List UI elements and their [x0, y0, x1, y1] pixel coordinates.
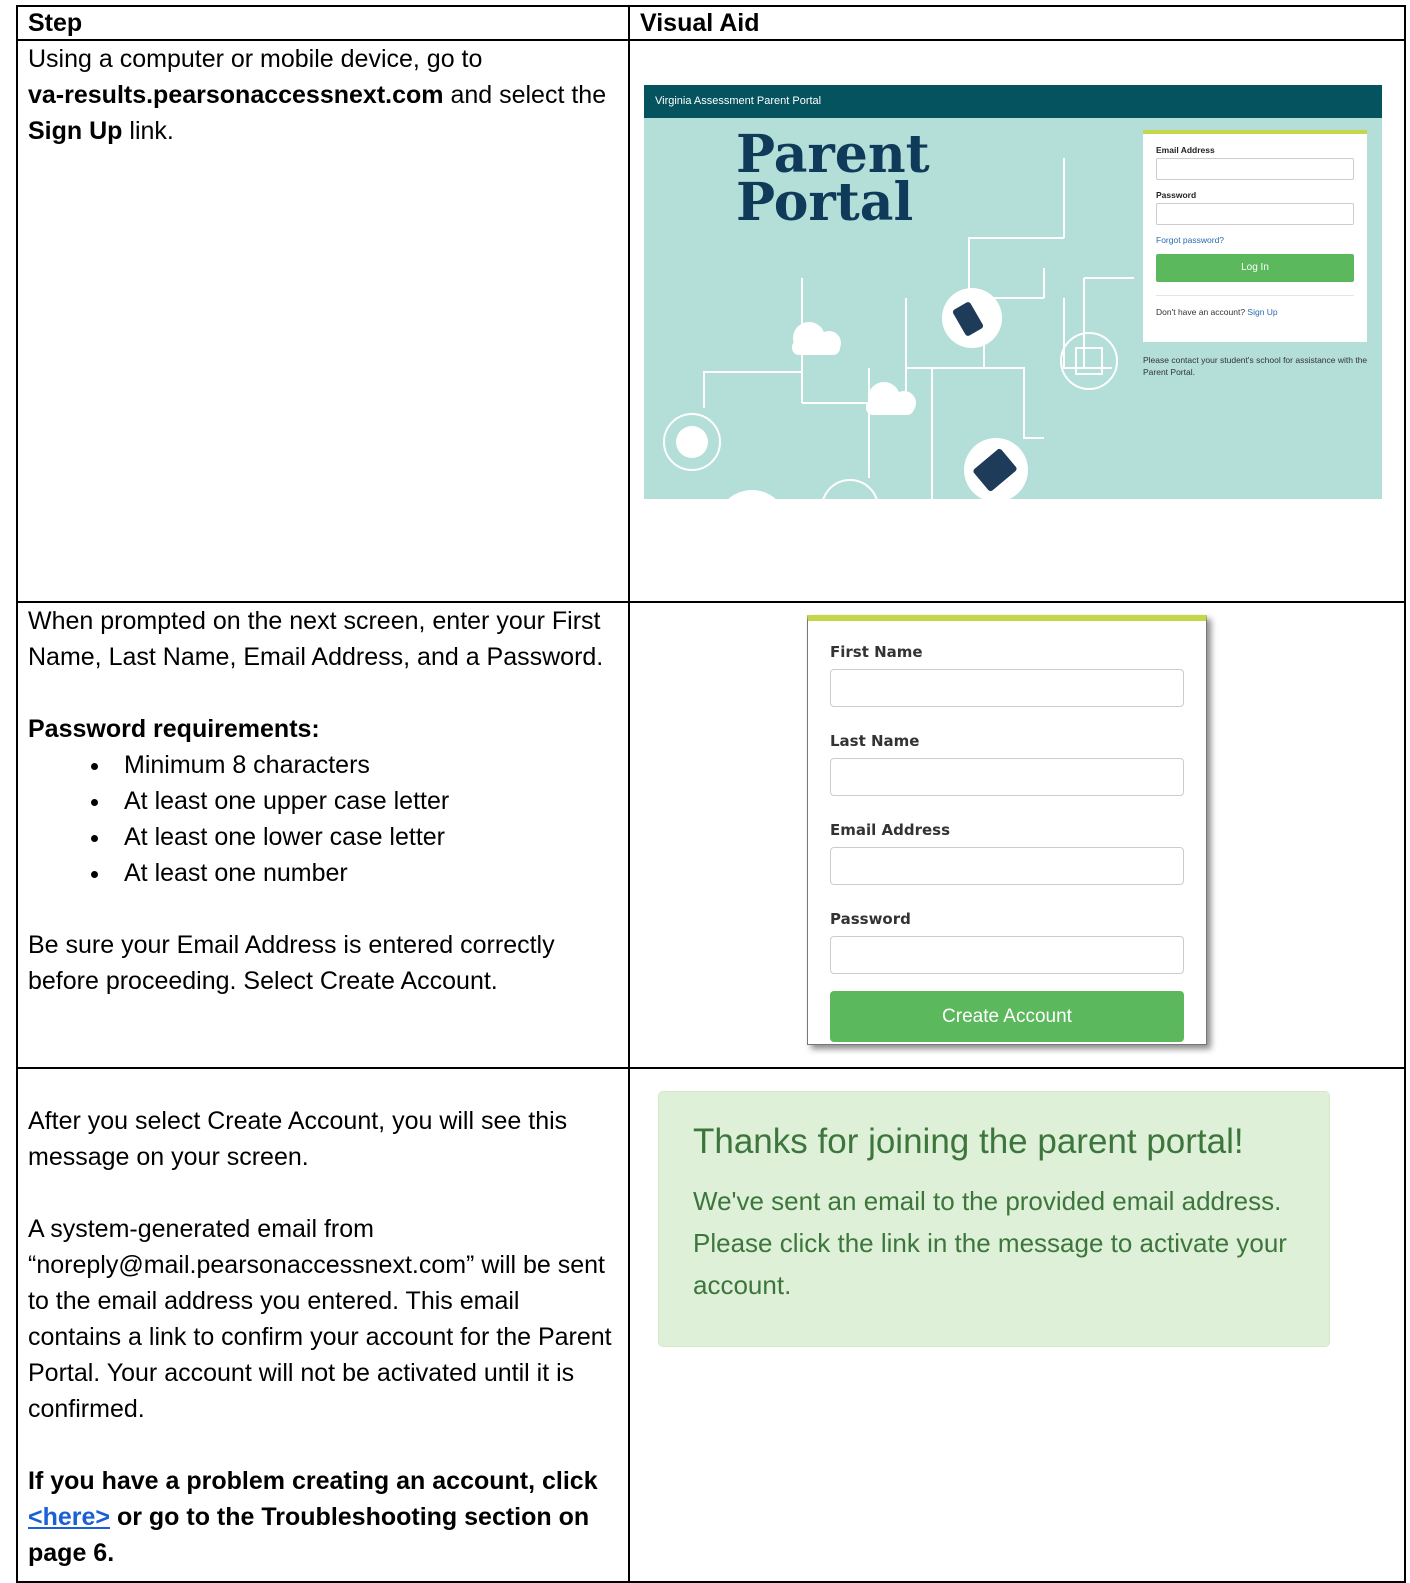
help-text: If you have a problem creating an accoun… — [28, 1467, 598, 1567]
portal-title-bar: Virginia Assessment Parent Portal — [644, 85, 1382, 118]
success-heading: Thanks for joining the parent portal! — [693, 1122, 1244, 1161]
step-1-text: Using a computer or mobile device, go to… — [16, 39, 630, 603]
signup-prompt: Don't have an account? Sign Up — [1156, 307, 1354, 317]
portal-login-panel: Email Address Password Forgot password? … — [1143, 130, 1367, 342]
cloud-icon — [866, 382, 916, 415]
step-2-closing: Be sure your Email Address is entered co… — [28, 931, 555, 995]
signup-password-input[interactable] — [830, 936, 1184, 974]
portal-illustration — [663, 158, 1134, 499]
step-2-visual: First Name Last Name Email Address Passw… — [628, 601, 1406, 1069]
create-account-button[interactable]: Create Account — [830, 991, 1184, 1042]
portal-url: va-results.pearsonaccessnext.com — [28, 81, 444, 109]
password-requirements-title: Password requirements: — [28, 715, 320, 743]
list-item: At least one upper case letter — [112, 783, 618, 819]
contact-note: Please contact your student's school for… — [1143, 355, 1368, 377]
last-name-label: Last Name — [830, 732, 920, 750]
divider — [1156, 295, 1354, 296]
step-row-1: Using a computer or mobile device, go to… — [16, 39, 1406, 603]
step-row-3: After you select Create Account, you wil… — [16, 1067, 1406, 1583]
step-3-intro: After you select Create Account, you wil… — [28, 1107, 568, 1171]
password-input[interactable] — [1156, 203, 1354, 225]
header-visual-aid: Visual Aid — [628, 5, 1406, 41]
last-name-input[interactable] — [830, 758, 1184, 796]
list-item: At least one number — [112, 855, 618, 891]
list-item: Minimum 8 characters — [112, 747, 618, 783]
cloud-icon — [792, 322, 841, 355]
first-name-label: First Name — [830, 643, 923, 661]
here-link[interactable]: <here> — [28, 1503, 110, 1531]
success-message: Thanks for joining the parent portal! We… — [658, 1091, 1330, 1347]
sign-up-link[interactable]: Sign Up — [1247, 307, 1277, 317]
steps-table: Step Visual Aid Using a computer or mobi… — [16, 5, 1406, 1583]
step-1-mid: and select the — [443, 81, 607, 109]
forgot-password-link[interactable]: Forgot password? — [1156, 235, 1354, 245]
help-text-start: If you have a problem creating an accoun… — [28, 1467, 598, 1495]
password-label: Password — [1156, 190, 1197, 200]
step-1-end: link. — [122, 117, 174, 145]
help-text-end: or go to the Troubleshooting section on … — [28, 1503, 590, 1567]
success-body: We've sent an email to the provided emai… — [693, 1186, 1287, 1300]
signup-password-label: Password — [830, 910, 911, 928]
signup-form: First Name Last Name Email Address Passw… — [807, 615, 1207, 1045]
step-2-text: When prompted on the next screen, enter … — [16, 601, 630, 1069]
list-item: At least one lower case letter — [112, 819, 618, 855]
step-1-intro: Using a computer or mobile device, go to — [28, 45, 483, 73]
password-requirements-list: Minimum 8 characters At least one upper … — [28, 747, 618, 891]
step-3-visual: Thanks for joining the parent portal! We… — [628, 1067, 1406, 1583]
first-name-input[interactable] — [830, 669, 1184, 707]
header-row: Step Visual Aid — [16, 5, 1406, 41]
checkbox-icon — [1060, 332, 1118, 390]
step-3-email-info: A system-generated email from “noreply@m… — [28, 1215, 612, 1423]
step-row-2: When prompted on the next screen, enter … — [16, 601, 1406, 1069]
step-2-intro: When prompted on the next screen, enter … — [28, 607, 604, 671]
log-in-button[interactable]: Log In — [1156, 254, 1354, 282]
header-step: Step — [16, 5, 630, 41]
laptop-hand-icon — [728, 490, 776, 499]
signup-email-input[interactable] — [830, 847, 1184, 885]
email-input[interactable] — [1156, 158, 1354, 180]
step-1-visual: Virginia Assessment Parent Portal Parent… — [628, 39, 1406, 603]
signup-email-label: Email Address — [830, 821, 951, 839]
portal-screenshot: Virginia Assessment Parent Portal Parent… — [644, 85, 1382, 499]
email-label: Email Address — [1156, 145, 1215, 155]
sign-up-term: Sign Up — [28, 117, 123, 145]
step-1-paragraph: Using a computer or mobile device, go to… — [28, 41, 618, 149]
step-3-text: After you select Create Account, you wil… — [16, 1067, 630, 1583]
growth-chart-icon — [822, 479, 878, 499]
no-account-text: Don't have an account? — [1156, 307, 1246, 317]
